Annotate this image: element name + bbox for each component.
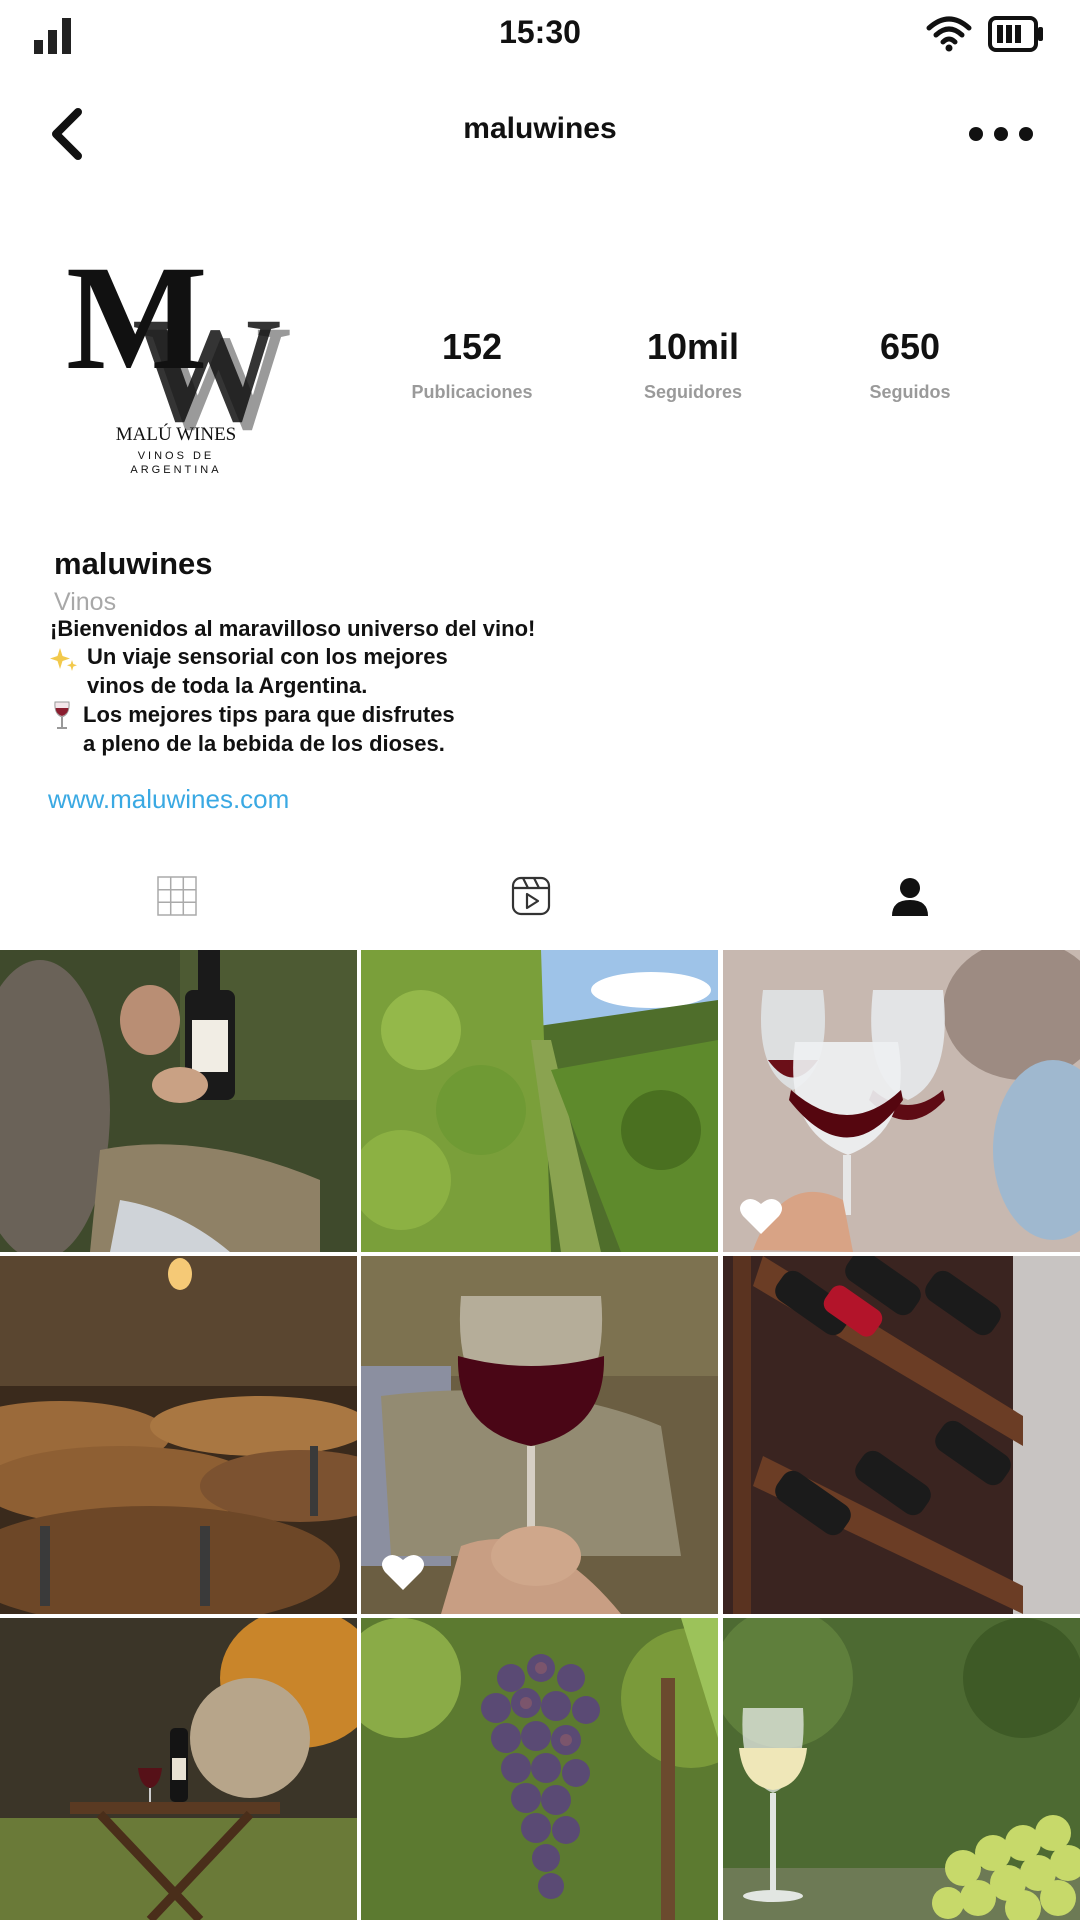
profile-avatar-logo[interactable]: W W M MALÚ WINES VINOS DE ARGENTINA [64,228,304,478]
status-bar: 15:30 [0,0,1080,70]
grid-photo-8[interactable] [361,1618,718,1920]
stat-posts[interactable]: 152 Publicaciones [372,326,572,403]
stat-followers-label: Seguidores [643,382,743,402]
logo-tagline-2: ARGENTINA [130,464,221,476]
sparkles-icon [50,648,77,671]
profile-username-title: maluwines [463,112,617,145]
grid-photo-1[interactable] [0,950,357,1252]
malu-wines-logo: W W M MALÚ WINES VINOS DE ARGENTINA [66,235,292,476]
grid-photo-4[interactable] [0,1256,357,1614]
bio-line-3: vinos de toda la Argentina. [87,673,368,698]
heart-icon [740,1198,782,1234]
bio-line-1: ¡Bienvenidos al maravilloso universo del… [50,616,536,641]
stat-followers[interactable]: 10mil Seguidores [593,326,793,403]
grid-tab-icon[interactable] [157,876,197,916]
status-time: 15:30 [499,14,581,50]
heart-icon [382,1554,424,1590]
logo-monogram-m: M [66,235,208,401]
grid-photo-9[interactable] [723,1618,1080,1920]
logo-brand: MALÚ WINES [116,423,237,445]
grid-photo-6[interactable] [723,1256,1080,1614]
bio-line-5: a pleno de la bebida de los dioses. [83,731,445,756]
wine-glass-icon [54,701,70,729]
reels-tab-icon[interactable] [511,876,551,916]
bio-line-4: Los mejores tips para que disfrutes [83,702,455,727]
bio-name: maluwines [54,546,213,581]
battery-icon [988,16,1043,52]
grid-photo-2[interactable] [361,950,718,1252]
stat-posts-label: Publicaciones [411,382,533,402]
tagged-tab-icon[interactable] [890,876,930,916]
bio-category: Vinos [54,588,117,616]
grid-photo-5[interactable] [361,1256,718,1614]
website-link[interactable]: www.maluwines.com [48,784,289,815]
wifi-icon [926,16,972,52]
stat-followers-value: 10mil [646,326,740,367]
stat-posts-value: 152 [441,326,503,367]
grid-photo-7[interactable] [0,1618,357,1920]
logo-tagline-1: VINOS DE [138,450,215,462]
grid-photo-3[interactable] [723,950,1080,1252]
stat-following-value: 650 [879,326,941,367]
bio-line-2: Un viaje sensorial con los mejores [87,644,448,669]
stat-following[interactable]: 650 Seguidos [810,326,1010,403]
stat-following-label: Seguidos [869,382,951,402]
more-options-icon[interactable] [966,118,1036,150]
